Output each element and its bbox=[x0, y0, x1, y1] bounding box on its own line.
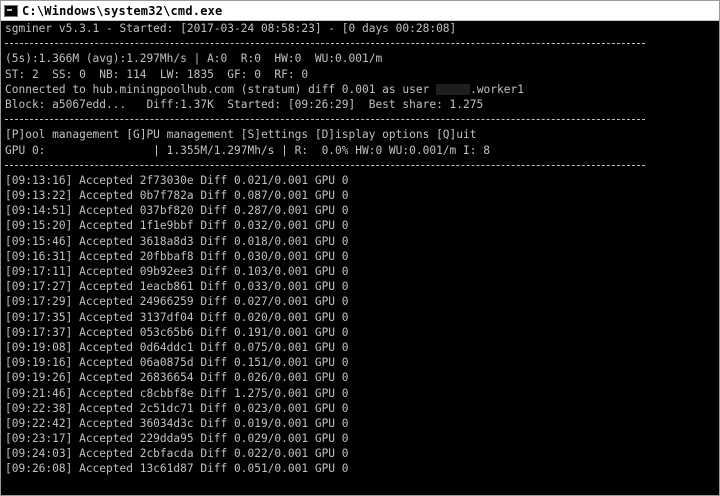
log-entry: [09:15:46] Accepted 3618a8d3 Diff 0.018/… bbox=[5, 234, 349, 248]
log-entry: [09:26:08] Accepted 13c61d87 Diff 0.051/… bbox=[5, 462, 349, 476]
block-line: Block: a5067edd... Diff:1.37K Started: [… bbox=[5, 97, 484, 111]
log-entry: [09:19:16] Accepted 06a0875d Diff 0.151/… bbox=[5, 356, 349, 370]
title-bar[interactable]: C:\Windows\system32\cmd.exe bbox=[1, 1, 719, 21]
separator bbox=[5, 112, 717, 127]
console-window: C:\Windows\system32\cmd.exe sgminer v5.3… bbox=[0, 0, 720, 496]
connected-suffix: .worker1 bbox=[470, 82, 524, 96]
log-entry: [09:17:11] Accepted 09b92ee3 Diff 0.103/… bbox=[5, 265, 349, 278]
log-entry: [09:21:46] Accepted c8cbbf8e Diff 1.275/… bbox=[5, 386, 349, 400]
menu-options: [P]ool management [G]PU management [S]et… bbox=[5, 128, 477, 142]
console-output[interactable]: sgminer v5.3.1 - Started: [2017-03-24 08… bbox=[1, 21, 717, 495]
separator bbox=[5, 158, 717, 173]
window-title: C:\Windows\system32\cmd.exe bbox=[22, 3, 223, 18]
connected-line: Connected to hub.miningpoolhub.com (stra… bbox=[5, 82, 717, 97]
version-line: sgminer v5.3.1 - Started: [2017-03-24 08… bbox=[5, 22, 457, 35]
log-entry: [09:15:20] Accepted 1f1e9bbf Diff 0.032/… bbox=[5, 219, 349, 233]
connected-prefix: Connected to hub.miningpoolhub.com (stra… bbox=[5, 82, 437, 96]
gpu-status-line: GPU 0: | 1.355M/1.297Mh/s | R: 0.0% HW:0… bbox=[5, 143, 490, 157]
log-entry: [09:17:35] Accepted 3137df04 Diff 0.020/… bbox=[5, 310, 349, 324]
log-entry: [09:13:16] Accepted 2f73030e Diff 0.021/… bbox=[5, 173, 349, 187]
log-entry: [09:24:03] Accepted 2cbfacda Diff 0.022/… bbox=[5, 447, 349, 461]
log-entry: [09:22:42] Accepted 36034d3c Diff 0.019/… bbox=[5, 416, 349, 430]
redacted-username bbox=[436, 84, 471, 96]
log-entry: [09:16:31] Accepted 20fbbaf8 Diff 0.030/… bbox=[5, 249, 349, 263]
log-entry: [09:13:22] Accepted 0b7f782a Diff 0.087/… bbox=[5, 189, 349, 203]
share-log: [09:13:16] Accepted 2f73030e Diff 0.021/… bbox=[5, 173, 717, 477]
log-entry: [09:14:51] Accepted 037bf820 Diff 0.287/… bbox=[5, 204, 349, 218]
hashrate-line: (5s):1.366M (avg):1.297Mh/s | A:0 R:0 HW… bbox=[5, 52, 383, 66]
log-entry: [09:19:26] Accepted 26836654 Diff 0.026/… bbox=[5, 371, 349, 385]
scrollbar[interactable] bbox=[713, 21, 719, 495]
status-line: ST: 2 SS: 0 NB: 114 LW: 1835 GF: 0 RF: 0 bbox=[5, 67, 309, 81]
separator bbox=[5, 36, 717, 51]
log-entry: [09:17:29] Accepted 24966259 Diff 0.027/… bbox=[5, 295, 349, 309]
cmd-icon[interactable] bbox=[4, 4, 18, 17]
log-entry: [09:19:08] Accepted 0d64ddc1 Diff 0.075/… bbox=[5, 340, 349, 354]
log-entry: [09:17:37] Accepted 053c65b6 Diff 0.191/… bbox=[5, 325, 349, 339]
log-entry: [09:22:38] Accepted 2c51dc71 Diff 0.023/… bbox=[5, 401, 349, 415]
log-entry: [09:23:17] Accepted 229dda95 Diff 0.029/… bbox=[5, 432, 349, 446]
log-entry: [09:17:27] Accepted 1eacb861 Diff 0.033/… bbox=[5, 280, 349, 294]
